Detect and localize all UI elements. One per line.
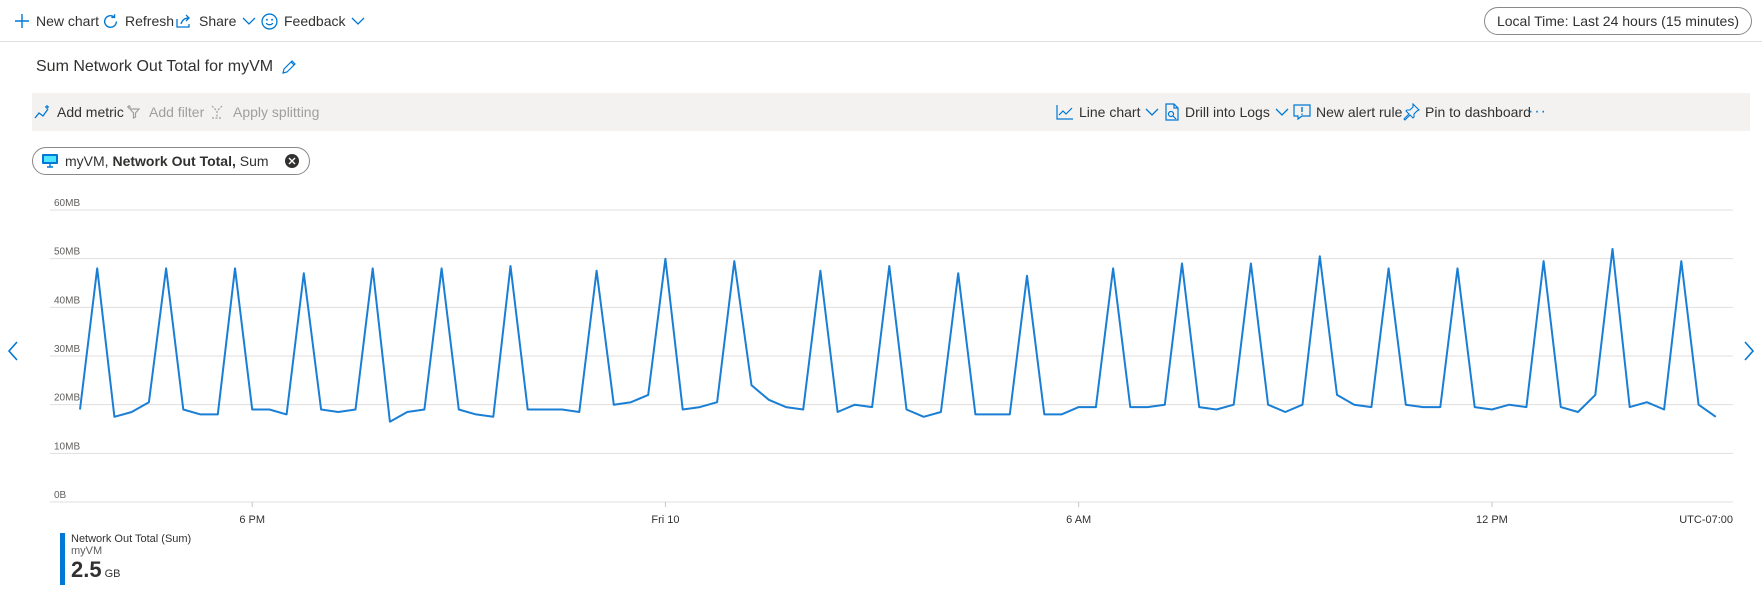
x-tick-label: 12 PM — [1476, 514, 1508, 526]
chart-series — [79, 247, 1717, 423]
x-axis-ticks: 6 PM Fri 10 6 AM 12 PM — [239, 502, 1508, 526]
y-axis-ticks: 60MB 50MB 40MB 30MB 20MB 10MB 0B — [54, 198, 80, 501]
y-tick-label: 30MB — [54, 344, 80, 355]
chevron-right-icon[interactable] — [1742, 340, 1756, 362]
legend-value-number: 2.5 — [71, 557, 102, 582]
chevron-left-icon[interactable] — [6, 340, 20, 362]
legend-value: 2.5 GB — [71, 557, 191, 587]
x-tick-label: 6 PM — [239, 514, 265, 526]
y-tick-label: 10MB — [54, 441, 80, 452]
line-chart: 60MB 50MB 40MB 30MB 20MB 10MB 0B 6 PM Fri 10 6 A… — [50, 198, 1733, 526]
x-tick-label: Fri 10 — [651, 514, 679, 526]
y-tick-label: 0B — [54, 490, 67, 501]
x-tick-label: 6 AM — [1066, 514, 1091, 526]
legend-resource: myVM — [71, 545, 103, 557]
series-line-network-out-total[interactable] — [79, 247, 1717, 423]
legend-series-name: Network Out Total (Sum) — [71, 533, 192, 545]
y-tick-label: 20MB — [54, 393, 80, 404]
y-tick-label: 60MB — [54, 198, 80, 209]
chart-legend[interactable]: Network Out Total (Sum) myVM 2.5 GB — [60, 533, 191, 585]
y-tick-label: 50MB — [54, 247, 80, 258]
chart-gridlines — [50, 209, 1733, 503]
legend-value-unit: GB — [104, 568, 121, 580]
y-tick-label: 40MB — [54, 295, 80, 306]
timezone-label: UTC-07:00 — [1679, 514, 1733, 526]
